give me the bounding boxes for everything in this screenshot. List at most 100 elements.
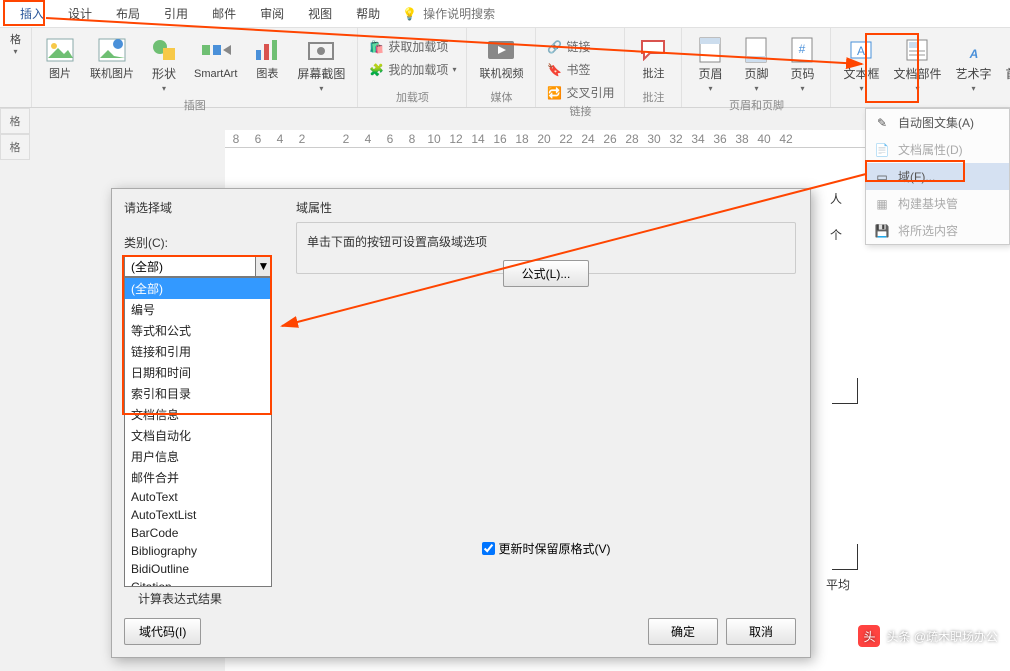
category-option[interactable]: 等式和公式: [125, 320, 271, 341]
category-option[interactable]: Bibliography: [125, 542, 271, 560]
online-pictures-button[interactable]: 联机图片: [84, 32, 140, 83]
shapes-icon: [148, 34, 180, 66]
tab-layout[interactable]: 布局: [104, 0, 152, 28]
menu-autotext[interactable]: ✎自动图文集(A): [866, 109, 1009, 136]
svg-text:A: A: [968, 47, 978, 61]
category-combo[interactable]: (全部) ▼ (全部)编号等式和公式链接和引用日期和时间索引和目录文档信息文档自…: [124, 255, 272, 277]
watermark-icon: 头: [858, 625, 880, 647]
description-text: 计算表达式结果: [124, 590, 222, 607]
tab-mail[interactable]: 邮件: [200, 0, 248, 28]
doc-text-3: 平均: [826, 576, 850, 593]
pictures-button[interactable]: 图片: [38, 32, 82, 83]
footer-icon: [740, 34, 772, 66]
screenshot-button[interactable]: 屏幕截图▾: [291, 32, 351, 97]
left-cell-1[interactable]: 格: [0, 108, 30, 134]
bookmark-button[interactable]: 🔖书签: [542, 59, 618, 80]
smartart-icon: [200, 34, 232, 66]
tab-reference[interactable]: 引用: [152, 0, 200, 28]
link-icon: 🔗: [546, 39, 562, 55]
tab-insert[interactable]: 插入: [8, 0, 56, 28]
group-label-illustrations: 插图: [184, 97, 206, 115]
field-codes-button[interactable]: 域代码(I): [124, 618, 201, 645]
category-option[interactable]: 索引和目录: [125, 383, 271, 404]
category-option[interactable]: 用户信息: [125, 446, 271, 467]
shapes-button[interactable]: 形状▾: [142, 32, 186, 97]
category-option[interactable]: (全部): [125, 278, 271, 299]
category-option[interactable]: 编号: [125, 299, 271, 320]
menu-field[interactable]: ▭域(F)...: [866, 163, 1009, 190]
doc-text-2: 个: [830, 226, 842, 243]
group-label-comments: 批注: [642, 89, 664, 107]
category-option[interactable]: AutoTextList: [125, 506, 271, 524]
group-label-links: 链接: [569, 103, 591, 121]
my-addins-button[interactable]: 🧩我的加载项 ▾: [364, 59, 460, 80]
ribbon-toolbar: 格▾ 图片 联机图片 形状▾ SmartArt 图表 屏幕截图▾ 插图 🛍️获取…: [0, 28, 1010, 108]
crossref-button[interactable]: 🔁交叉引用: [542, 82, 618, 103]
category-option[interactable]: Citation: [125, 578, 271, 587]
doc-corner-2: [832, 544, 858, 570]
menu-building-blocks: ▦构建基块管: [866, 190, 1009, 217]
ok-button[interactable]: 确定: [648, 618, 718, 645]
footer-button[interactable]: 页脚▾: [734, 32, 778, 97]
dropcap-button[interactable]: A首字下沉▾: [1000, 32, 1010, 97]
menu-save-selection: 💾将所选内容: [866, 217, 1009, 244]
picture-icon: [44, 34, 76, 66]
quickparts-menu: ✎自动图文集(A) 📄文档属性(D) ▭域(F)... ▦构建基块管 💾将所选内…: [865, 108, 1010, 245]
doc-text-1: 人: [830, 190, 842, 207]
category-option[interactable]: AutoText: [125, 488, 271, 506]
chevron-down-icon[interactable]: ▼: [255, 256, 271, 276]
preserve-format-label: 更新时保留原格式(V): [499, 540, 611, 557]
tell-me-search[interactable]: 💡: [392, 1, 533, 27]
video-icon: [485, 34, 517, 66]
category-option[interactable]: 邮件合并: [125, 467, 271, 488]
category-option[interactable]: BarCode: [125, 524, 271, 542]
chart-button[interactable]: 图表: [245, 32, 289, 83]
wordart-button[interactable]: A艺术字▾: [950, 32, 998, 97]
pagenum-icon: #: [786, 34, 818, 66]
comment-button[interactable]: 批注: [631, 32, 675, 83]
group-label-addins: 加载项: [396, 89, 429, 107]
tab-view[interactable]: 视图: [296, 0, 344, 28]
header-button[interactable]: 页眉▾: [688, 32, 732, 97]
category-option[interactable]: 链接和引用: [125, 341, 271, 362]
formula-button[interactable]: 公式(L)...: [503, 260, 590, 287]
category-option[interactable]: 日期和时间: [125, 362, 271, 383]
combo-value: (全部): [131, 258, 163, 275]
quickparts-button[interactable]: 文档部件▾: [887, 32, 947, 97]
group-label-header-footer: 页眉和页脚: [729, 97, 784, 115]
link-button[interactable]: 🔗链接: [542, 36, 618, 57]
category-option[interactable]: 文档信息: [125, 404, 271, 425]
cancel-button[interactable]: 取消: [726, 618, 796, 645]
tab-review[interactable]: 审阅: [248, 0, 296, 28]
crossref-icon: 🔁: [546, 85, 562, 101]
textbox-button[interactable]: A文本框▾: [837, 32, 885, 97]
tab-design[interactable]: 设计: [56, 0, 104, 28]
docprops-icon: 📄: [874, 142, 890, 158]
online-video-button[interactable]: 联机视频: [473, 32, 529, 83]
lightbulb-icon: 💡: [402, 7, 417, 21]
field-icon: ▭: [874, 169, 890, 185]
save-icon: 💾: [874, 223, 890, 239]
preserve-format-checkbox[interactable]: [482, 542, 495, 555]
autotext-icon: ✎: [874, 115, 890, 131]
category-option[interactable]: 文档自动化: [125, 425, 271, 446]
watermark: 头头条 @疏木职场办公: [858, 625, 998, 647]
category-option[interactable]: BidiOutline: [125, 560, 271, 578]
category-label: 类别(C):: [124, 234, 272, 251]
search-input[interactable]: [423, 7, 523, 21]
header-icon: [694, 34, 726, 66]
left-column: 格 格: [0, 108, 30, 160]
smartart-button[interactable]: SmartArt: [188, 32, 243, 83]
textbox-icon: A: [845, 34, 877, 66]
field-dialog: 请选择域 类别(C): (全部) ▼ (全部)编号等式和公式链接和引用日期和时间…: [111, 188, 811, 658]
menu-docprops: 📄文档属性(D): [866, 136, 1009, 163]
online-picture-icon: [96, 34, 128, 66]
addins-icon: 🧩: [368, 62, 384, 78]
tab-help[interactable]: 帮助: [344, 0, 392, 28]
dialog-left-title: 请选择域: [124, 199, 272, 216]
store-icon: 🛍️: [368, 39, 384, 55]
category-list[interactable]: (全部)编号等式和公式链接和引用日期和时间索引和目录文档信息文档自动化用户信息邮…: [124, 277, 272, 587]
pagenum-button[interactable]: #页码▾: [780, 32, 824, 97]
get-addins-button[interactable]: 🛍️获取加载项: [364, 36, 460, 57]
left-cell-2[interactable]: 格: [0, 134, 30, 160]
